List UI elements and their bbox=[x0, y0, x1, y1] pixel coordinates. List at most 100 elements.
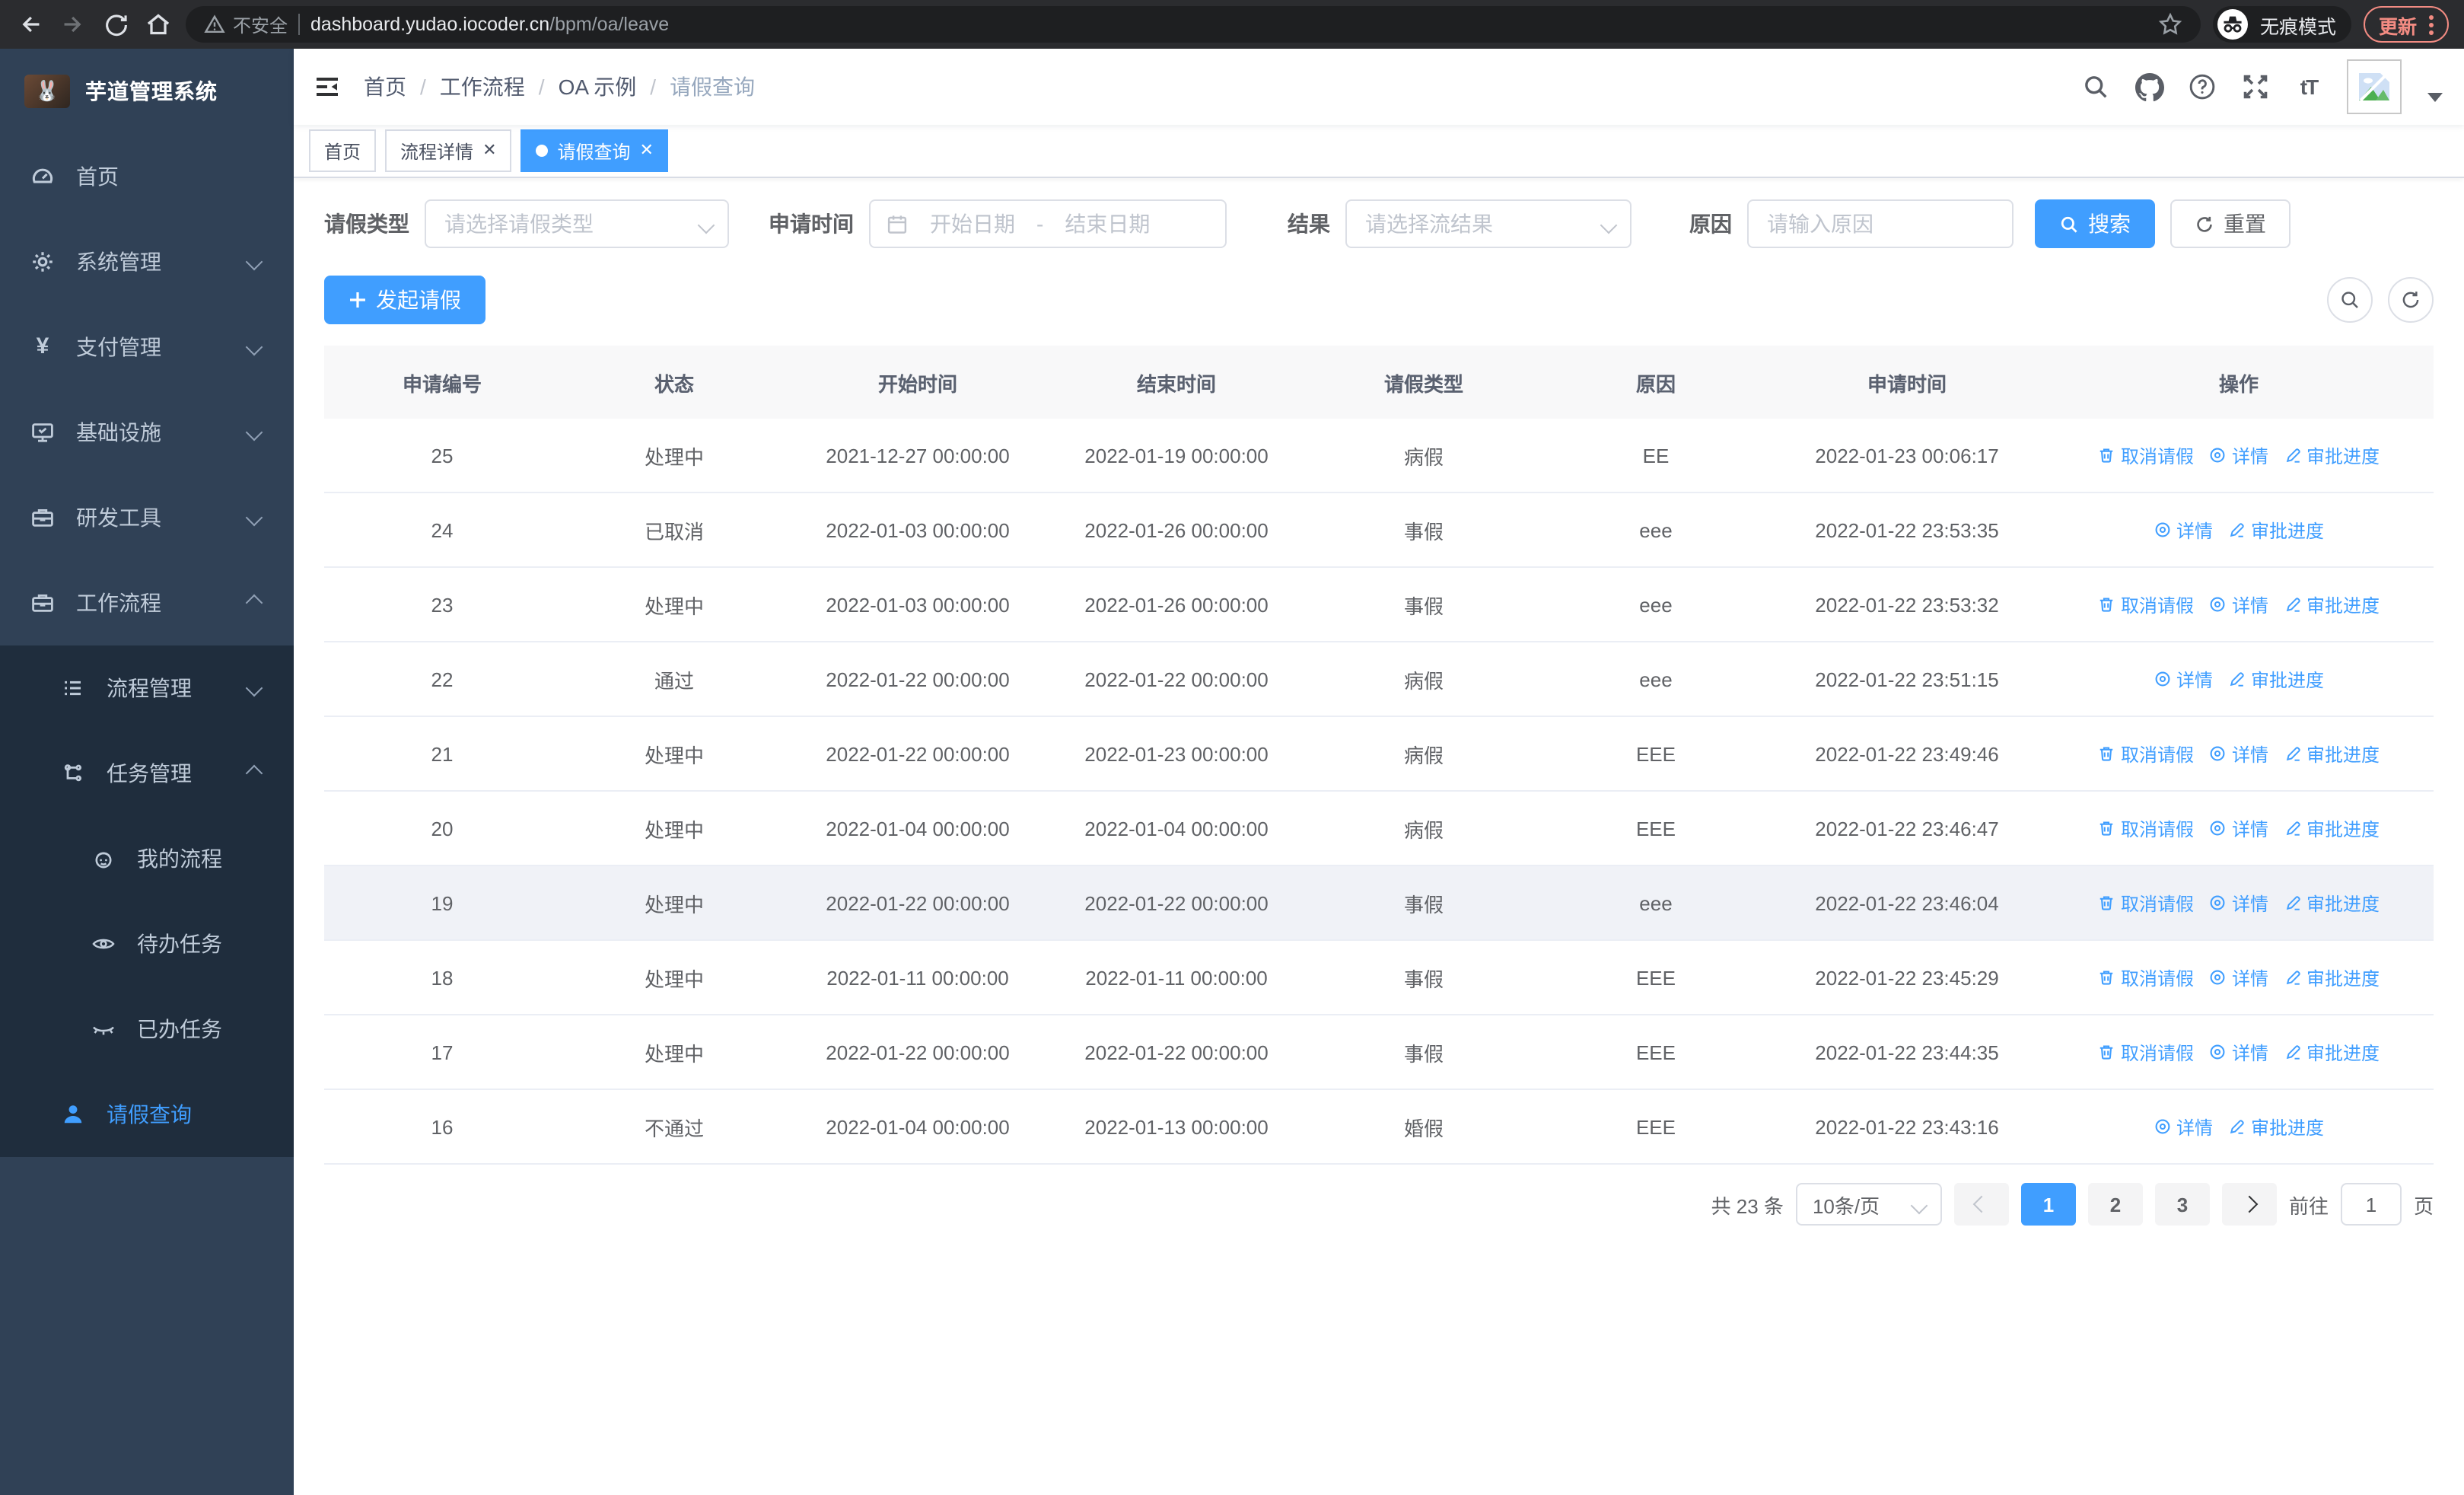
cell-reason: eee bbox=[1639, 518, 1673, 541]
cancel-leave-link[interactable]: 取消请假 bbox=[2098, 1039, 2194, 1065]
detail-link[interactable]: 详情 bbox=[2209, 890, 2268, 916]
approval-progress-link[interactable]: 审批进度 bbox=[2284, 964, 2380, 990]
page-button-3[interactable]: 3 bbox=[2154, 1183, 2210, 1226]
close-icon[interactable]: ✕ bbox=[640, 142, 654, 159]
breadcrumb-item-oa[interactable]: OA 示例 bbox=[559, 72, 637, 102]
table-row[interactable]: 18 处理中 2022-01-11 00:00:00 2022-01-11 00… bbox=[324, 941, 2434, 1015]
table-row[interactable]: 24 已取消 2022-01-03 00:00:00 2022-01-26 00… bbox=[324, 493, 2434, 568]
sidebar-item-devtools[interactable]: 研发工具 bbox=[0, 475, 294, 560]
tab-process-detail[interactable]: 流程详情 ✕ bbox=[385, 129, 512, 172]
approval-progress-link[interactable]: 审批进度 bbox=[2228, 517, 2324, 543]
search-button[interactable]: 搜索 bbox=[2035, 199, 2155, 248]
header-search-button[interactable] bbox=[2080, 72, 2111, 102]
browser-menu-dots-icon[interactable] bbox=[2429, 14, 2434, 34]
detail-link[interactable]: 详情 bbox=[2209, 815, 2268, 841]
sidebar-item-leave-query[interactable]: 请假查询 bbox=[0, 1072, 294, 1157]
avatar-caret-icon[interactable] bbox=[2427, 93, 2443, 102]
next-page-button[interactable] bbox=[2221, 1183, 2277, 1226]
avatar[interactable] bbox=[2347, 59, 2402, 114]
cell-apply-time: 2022-01-23 00:06:17 bbox=[1815, 444, 1999, 467]
page-size-select[interactable] bbox=[1795, 1183, 1942, 1226]
approval-progress-link[interactable]: 审批进度 bbox=[2284, 815, 2380, 841]
github-link[interactable] bbox=[2134, 72, 2164, 102]
bookmark-star-icon[interactable] bbox=[2158, 12, 2182, 37]
table-row[interactable]: 25 处理中 2021-12-27 00:00:00 2022-01-19 00… bbox=[324, 419, 2434, 493]
tab-leave-query[interactable]: 请假查询 ✕ bbox=[520, 129, 669, 172]
sidebar-item-process-management[interactable]: 流程管理 bbox=[0, 645, 294, 731]
refresh-table-button[interactable] bbox=[2388, 277, 2434, 323]
sidebar-collapse-button[interactable] bbox=[312, 72, 342, 102]
table-row[interactable]: 22 通过 2022-01-22 00:00:00 2022-01-22 00:… bbox=[324, 642, 2434, 717]
cell-end: 2022-01-23 00:00:00 bbox=[1084, 742, 1269, 765]
approval-progress-link[interactable]: 审批进度 bbox=[2284, 591, 2380, 617]
list-icon bbox=[65, 681, 81, 696]
cell-status: 处理中 bbox=[644, 594, 704, 617]
cell-id: 16 bbox=[431, 1115, 454, 1138]
cancel-leave-link[interactable]: 取消请假 bbox=[2098, 741, 2194, 767]
table-row[interactable]: 20 处理中 2022-01-04 00:00:00 2022-01-04 00… bbox=[324, 792, 2434, 866]
result-select[interactable] bbox=[1345, 199, 1632, 248]
approval-progress-link[interactable]: 审批进度 bbox=[2284, 1039, 2380, 1065]
tab-home[interactable]: 首页 bbox=[309, 129, 377, 172]
sidebar-item-workflow[interactable]: 工作流程 bbox=[0, 560, 294, 645]
goto-page-input[interactable] bbox=[2340, 1183, 2402, 1226]
detail-link[interactable]: 详情 bbox=[2209, 741, 2268, 767]
sidebar-item-done-tasks[interactable]: 已办任务 bbox=[0, 987, 294, 1072]
close-icon[interactable]: ✕ bbox=[482, 142, 496, 159]
browser-forward-button[interactable] bbox=[58, 9, 88, 40]
approval-progress-link[interactable]: 审批进度 bbox=[2284, 890, 2380, 916]
cancel-leave-link[interactable]: 取消请假 bbox=[2098, 815, 2194, 841]
cancel-leave-link[interactable]: 取消请假 bbox=[2098, 964, 2194, 990]
page-button-2[interactable]: 2 bbox=[2087, 1183, 2143, 1226]
breadcrumb-item-home[interactable]: 首页 bbox=[364, 72, 406, 102]
detail-link[interactable]: 详情 bbox=[2209, 442, 2268, 468]
cancel-leave-link[interactable]: 取消请假 bbox=[2098, 442, 2194, 468]
leave-type-select[interactable] bbox=[425, 199, 729, 248]
sidebar-item-payment[interactable]: ¥ 支付管理 bbox=[0, 304, 294, 390]
sidebar-item-infrastructure[interactable]: 基础设施 bbox=[0, 390, 294, 475]
browser-update-button[interactable]: 更新 bbox=[2363, 6, 2449, 43]
browser-home-button[interactable] bbox=[143, 9, 173, 40]
approval-progress-link[interactable]: 审批进度 bbox=[2228, 1114, 2324, 1140]
date-end-input[interactable] bbox=[1052, 212, 1163, 236]
breadcrumb-item-workflow[interactable]: 工作流程 bbox=[440, 72, 525, 102]
table-row[interactable]: 19 处理中 2022-01-22 00:00:00 2022-01-22 00… bbox=[324, 866, 2434, 941]
approval-progress-link[interactable]: 审批进度 bbox=[2228, 666, 2324, 692]
browser-reload-button[interactable] bbox=[100, 9, 131, 40]
table-row[interactable]: 21 处理中 2022-01-22 00:00:00 2022-01-23 00… bbox=[324, 717, 2434, 792]
action-label: 详情 bbox=[2231, 893, 2268, 914]
detail-link[interactable]: 详情 bbox=[2154, 666, 2213, 692]
browser-back-button[interactable] bbox=[15, 9, 46, 40]
detail-link[interactable]: 详情 bbox=[2209, 964, 2268, 990]
help-button[interactable] bbox=[2187, 72, 2217, 102]
detail-link[interactable]: 详情 bbox=[2154, 517, 2213, 543]
detail-link[interactable]: 详情 bbox=[2209, 591, 2268, 617]
detail-link[interactable]: 详情 bbox=[2154, 1114, 2213, 1140]
sidebar-item-home[interactable]: 首页 bbox=[0, 134, 294, 219]
sidebar-item-system[interactable]: 系统管理 bbox=[0, 219, 294, 304]
page-button-1[interactable]: 1 bbox=[2020, 1183, 2076, 1226]
cancel-leave-link[interactable]: 取消请假 bbox=[2098, 591, 2194, 617]
approval-progress-link[interactable]: 审批进度 bbox=[2284, 442, 2380, 468]
date-start-input[interactable] bbox=[918, 212, 1027, 236]
cancel-leave-link[interactable]: 取消请假 bbox=[2098, 890, 2194, 916]
address-bar[interactable]: 不安全 dashboard.yudao.iocoder.cn/bpm/oa/le… bbox=[186, 6, 2201, 43]
font-size-button[interactable]: tT bbox=[2294, 72, 2324, 102]
security-indicator[interactable]: 不安全 bbox=[204, 11, 288, 37]
table-row[interactable]: 23 处理中 2022-01-03 00:00:00 2022-01-26 00… bbox=[324, 568, 2434, 642]
table-row[interactable]: 17 处理中 2022-01-22 00:00:00 2022-01-22 00… bbox=[324, 1015, 2434, 1090]
toggle-search-button[interactable] bbox=[2327, 277, 2373, 323]
approval-progress-link[interactable]: 审批进度 bbox=[2284, 741, 2380, 767]
reset-button[interactable]: 重置 bbox=[2170, 199, 2291, 248]
sidebar-item-task-management[interactable]: 任务管理 bbox=[0, 731, 294, 816]
table-row[interactable]: 16 不通过 2022-01-04 00:00:00 2022-01-13 00… bbox=[324, 1090, 2434, 1165]
apply-time-range-picker[interactable]: - bbox=[869, 199, 1227, 248]
app-logo-row[interactable]: 🐰 芋道管理系统 bbox=[0, 49, 294, 134]
sidebar-item-todo-tasks[interactable]: 待办任务 bbox=[0, 901, 294, 987]
create-leave-button[interactable]: 发起请假 bbox=[324, 276, 485, 324]
prev-page-button[interactable] bbox=[1953, 1183, 2009, 1226]
detail-link[interactable]: 详情 bbox=[2209, 1039, 2268, 1065]
reason-input[interactable] bbox=[1747, 199, 2014, 248]
fullscreen-button[interactable] bbox=[2240, 72, 2271, 102]
sidebar-item-my-process[interactable]: 我的流程 bbox=[0, 816, 294, 901]
